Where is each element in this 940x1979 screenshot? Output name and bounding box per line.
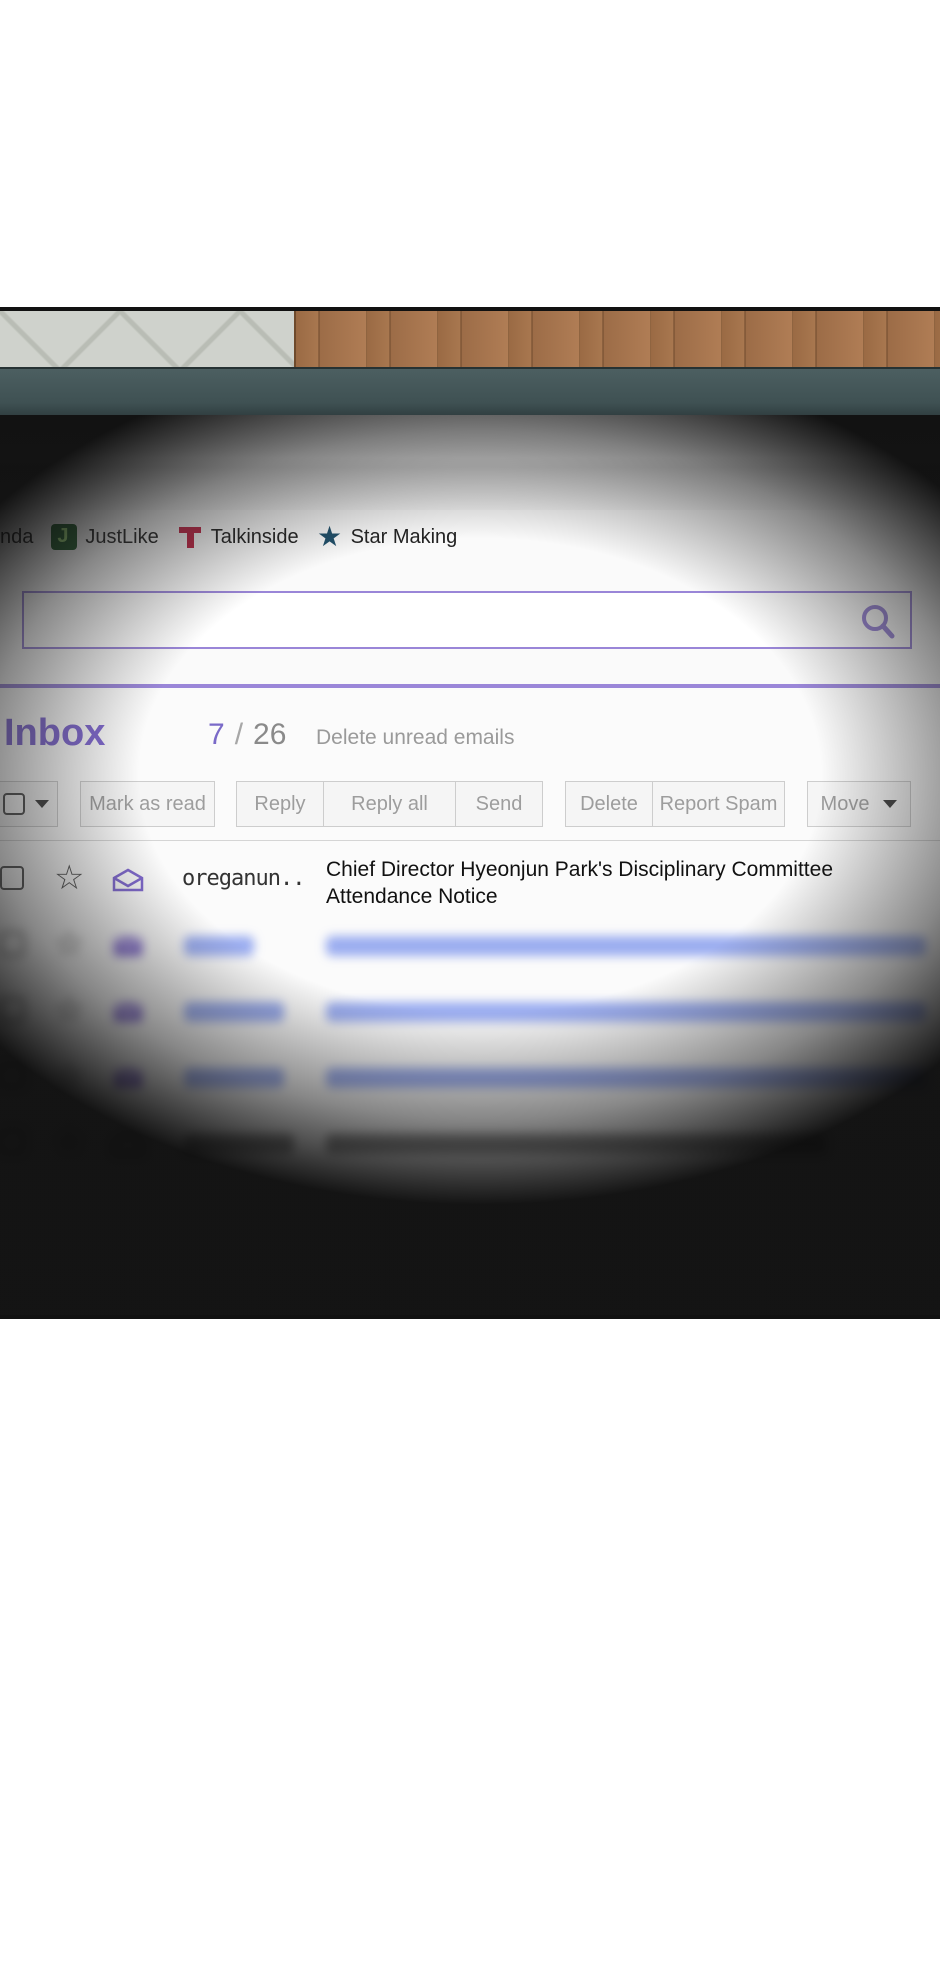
search-icon[interactable] — [858, 601, 898, 641]
envelope-icon — [113, 1002, 143, 1022]
blurred-subject — [326, 936, 926, 956]
mail-toolbar: Mark as read Reply Reply all Send Delete… — [0, 781, 940, 833]
header-rule — [0, 684, 940, 688]
talkinside-icon — [177, 524, 203, 550]
scene-panel: nda JustLike Talkinside ★ Star Making In… — [0, 307, 940, 1319]
email-subject[interactable]: Chief Director Hyeonjun Park's Disciplin… — [326, 856, 926, 910]
mail-content: Inbox 7 / 26 Delete unread emails Mark as … — [0, 690, 940, 1315]
search-input[interactable] — [22, 591, 912, 649]
mark-as-read-button[interactable]: Mark as read — [80, 781, 215, 827]
delete-unread-link[interactable]: Delete unread emails — [316, 726, 514, 750]
delete-button[interactable]: Delete — [565, 781, 653, 827]
star-icon[interactable]: ☆ — [54, 1122, 84, 1162]
bookmark-label: nda — [0, 525, 34, 548]
row-checkbox[interactable] — [0, 998, 24, 1022]
row-checkbox[interactable] — [0, 866, 24, 890]
bookmark-nda[interactable]: nda — [0, 526, 33, 549]
select-all-checkbox[interactable] — [3, 793, 25, 815]
search-area — [0, 564, 940, 690]
star-icon[interactable]: ☆ — [54, 924, 84, 964]
blurred-subject — [326, 1068, 926, 1088]
justlike-icon — [51, 524, 78, 550]
star-icon[interactable]: ☆ — [54, 858, 84, 898]
total-count: 26 — [253, 718, 287, 751]
move-label: Move — [820, 792, 870, 815]
bookmark-talkinside[interactable]: Talkinside — [177, 524, 299, 550]
envelope-icon — [113, 936, 143, 956]
email-row-blurred[interactable]: ☆ — [0, 982, 940, 1048]
blurred-subject — [326, 1134, 826, 1154]
wood-wall — [296, 311, 940, 367]
email-row-blurred[interactable]: ☆ — [0, 1048, 940, 1114]
send-button[interactable]: Send — [455, 781, 543, 827]
blurred-subject — [326, 1002, 926, 1022]
chevron-down-icon — [883, 800, 898, 808]
row-checkbox[interactable] — [0, 932, 24, 956]
bookmark-justlike[interactable]: JustLike — [51, 524, 159, 550]
reply-button[interactable]: Reply — [236, 781, 324, 827]
reply-all-button[interactable]: Reply all — [323, 781, 456, 827]
browser-chrome — [0, 415, 940, 510]
bookmark-label: Talkinside — [210, 525, 299, 548]
open-envelope-icon — [112, 868, 144, 892]
search-divider — [910, 593, 912, 649]
monitor-bezel — [0, 367, 940, 417]
blurred-sender — [184, 1068, 284, 1088]
open-envelope-icon — [112, 1132, 144, 1156]
count-separator: / — [234, 718, 244, 751]
chevron-down-icon — [35, 800, 49, 808]
email-row-blurred[interactable]: ☆ — [0, 916, 940, 982]
email-sender: oreganun.. — [182, 866, 305, 891]
blurred-sender — [184, 936, 254, 956]
star-icon[interactable]: ☆ — [54, 1056, 84, 1096]
mail-count: 7 / 26 — [208, 718, 286, 752]
envelope-icon — [113, 1068, 143, 1088]
star-icon: ★ — [317, 521, 343, 552]
row-checkbox[interactable] — [0, 1130, 24, 1154]
page-title: Inbox — [4, 712, 106, 754]
report-spam-button[interactable]: Report Spam — [652, 781, 785, 827]
unread-count: 7 — [208, 718, 225, 751]
bookmarks-bar: nda JustLike Talkinside ★ Star Making — [0, 510, 940, 565]
email-row[interactable]: ☆ oreganun.. Chief Director Hyeonjun Par… — [0, 850, 940, 916]
select-all-dropdown[interactable] — [0, 781, 58, 827]
tile-wall — [0, 311, 296, 367]
row-checkbox[interactable] — [0, 1064, 24, 1088]
blurred-sender — [184, 1002, 284, 1022]
bookmark-label: Star Making — [350, 525, 458, 548]
background-wall — [0, 311, 940, 367]
star-icon[interactable]: ☆ — [54, 990, 84, 1030]
bookmark-star-making[interactable]: ★ Star Making — [317, 521, 458, 552]
toolbar-divider — [0, 840, 940, 841]
blurred-sender — [184, 1134, 294, 1154]
bookmark-label: JustLike — [85, 525, 159, 548]
move-dropdown[interactable]: Move — [807, 781, 911, 827]
email-row-blurred[interactable]: ☆ — [0, 1114, 940, 1180]
